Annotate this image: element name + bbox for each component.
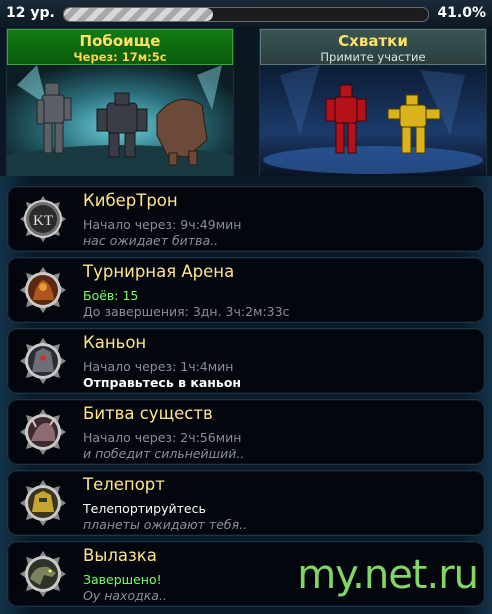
mode-title: Побоище	[79, 32, 161, 50]
list-item[interactable]: Телепорт Телепортируйтесь планеты ожидаю…	[7, 470, 485, 536]
sortie-dino-icon	[18, 549, 68, 599]
list-item[interactable]: Турнирная Арена Боёв: 15 До завершения: …	[7, 257, 485, 323]
event-title: Битва существ	[83, 404, 213, 423]
canyon-robot-icon	[18, 336, 68, 386]
event-description: Оу находка..	[83, 588, 167, 603]
top-bar: 12 ур. 41.0%	[0, 0, 492, 29]
event-title: Телепорт	[83, 475, 165, 494]
creature-battle-icon	[18, 407, 68, 457]
event-battle-count: Боёв: 15	[83, 288, 139, 303]
event-start-time: Начало через: 9ч:49мин	[83, 217, 242, 232]
mode-card-skirmishes[interactable]: Схватки Примите участие	[259, 28, 487, 178]
event-title: Турнирная Арена	[83, 262, 235, 281]
mode-title: Схватки	[338, 32, 408, 50]
cybertron-logo-icon: KT	[18, 194, 68, 244]
event-status: Телепортируйтесь	[83, 501, 206, 516]
massacre-robots-image	[7, 65, 233, 177]
mode-header: Побоище Через: 17м:5с	[7, 29, 233, 65]
events-list: KT КиберТрон Начало через: 9ч:49мин нас …	[0, 176, 492, 614]
event-title: КиберТрон	[83, 191, 178, 210]
event-description: и победит сильнейший..	[83, 446, 245, 461]
mode-timer: Через: 17м:5с	[73, 50, 167, 64]
level-label: 12 ур.	[6, 5, 55, 21]
list-item[interactable]: Каньон Начало через: 1ч:4мин Отправьтесь…	[7, 328, 485, 394]
xp-progress-fill	[64, 8, 214, 21]
xp-percent: 41.0%	[437, 5, 486, 21]
event-start-time: Начало через: 1ч:4мин	[83, 359, 234, 374]
event-title: Вылазка	[83, 546, 157, 565]
teleport-robot-icon	[18, 478, 68, 528]
event-status: Завершено!	[83, 572, 162, 587]
mode-header: Схватки Примите участие	[260, 29, 486, 65]
event-start-time: Начало через: 2ч:56мин	[83, 430, 242, 445]
svg-text:KT: KT	[33, 213, 53, 229]
event-end-time: До завершения: 3дн. 3ч:2м:33с	[83, 304, 290, 319]
mode-subtitle: Примите участие	[320, 50, 426, 64]
event-description: Отправьтесь в каньон	[83, 375, 242, 390]
list-item[interactable]: KT КиберТрон Начало через: 9ч:49мин нас …	[7, 186, 485, 252]
skirmish-robots-image	[260, 65, 486, 177]
xp-progress-bar	[63, 7, 429, 22]
event-description: планеты ожидают тебя..	[83, 517, 248, 532]
watermark-logo: my.net.ru	[297, 552, 479, 598]
list-item[interactable]: Битва существ Начало через: 2ч:56мин и п…	[7, 399, 485, 465]
event-description: нас ожидает битва..	[83, 233, 219, 248]
event-title: Каньон	[83, 333, 147, 352]
mode-card-massacre[interactable]: Побоище Через: 17м:5с	[6, 28, 234, 178]
arena-robot-icon	[18, 265, 68, 315]
